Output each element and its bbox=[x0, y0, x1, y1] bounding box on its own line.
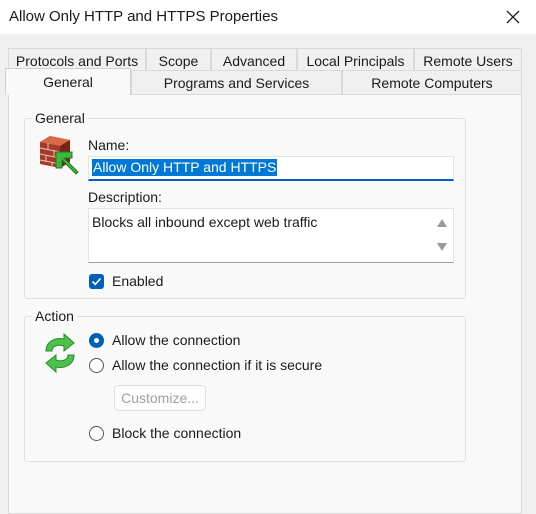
enabled-checkbox[interactable] bbox=[89, 274, 104, 289]
scroll-up-icon[interactable] bbox=[437, 219, 447, 227]
action-group-label: Action bbox=[32, 308, 77, 324]
tab-programs-and-services[interactable]: Programs and Services bbox=[131, 70, 342, 94]
customize-button[interactable]: Customize... bbox=[114, 385, 206, 411]
close-icon bbox=[506, 10, 520, 24]
name-value: Allow Only HTTP and HTTPS bbox=[92, 159, 278, 176]
checkmark-icon bbox=[91, 277, 102, 286]
tab-remote-computers[interactable]: Remote Computers bbox=[342, 70, 522, 94]
title-bar: Allow Only HTTP and HTTPS Properties bbox=[0, 0, 536, 34]
enabled-label: Enabled bbox=[112, 273, 164, 289]
sync-arrows-icon bbox=[38, 332, 82, 374]
tab-panel-general: General Name: Allow Only HTTP and HTTPS … bbox=[8, 94, 522, 514]
tab-remote-users[interactable]: Remote Users bbox=[414, 48, 522, 72]
block-connection-label: Block the connection bbox=[112, 425, 242, 441]
description-value: Blocks all inbound except web traffic bbox=[92, 214, 318, 230]
tab-advanced[interactable]: Advanced bbox=[211, 48, 297, 72]
tab-local-principals[interactable]: Local Principals bbox=[297, 48, 414, 72]
firewall-rule-icon bbox=[36, 132, 82, 176]
description-label: Description: bbox=[88, 189, 162, 205]
tab-general[interactable]: General bbox=[5, 68, 131, 95]
tab-scope[interactable]: Scope bbox=[146, 48, 211, 72]
name-label: Name: bbox=[88, 137, 130, 153]
scroll-down-icon[interactable] bbox=[437, 243, 447, 251]
close-button[interactable] bbox=[502, 7, 524, 27]
allow-secure-connection-radio[interactable] bbox=[89, 358, 104, 373]
allow-secure-connection-label: Allow the connection if it is secure bbox=[112, 357, 323, 373]
window-title: Allow Only HTTP and HTTPS Properties bbox=[9, 8, 278, 25]
allow-connection-label: Allow the connection bbox=[112, 332, 241, 348]
block-connection-radio[interactable] bbox=[89, 426, 104, 441]
name-field[interactable]: Allow Only HTTP and HTTPS bbox=[88, 156, 454, 181]
description-field[interactable]: Blocks all inbound except web traffic bbox=[88, 208, 454, 263]
allow-connection-radio[interactable] bbox=[89, 333, 104, 348]
general-group-label: General bbox=[32, 110, 88, 126]
